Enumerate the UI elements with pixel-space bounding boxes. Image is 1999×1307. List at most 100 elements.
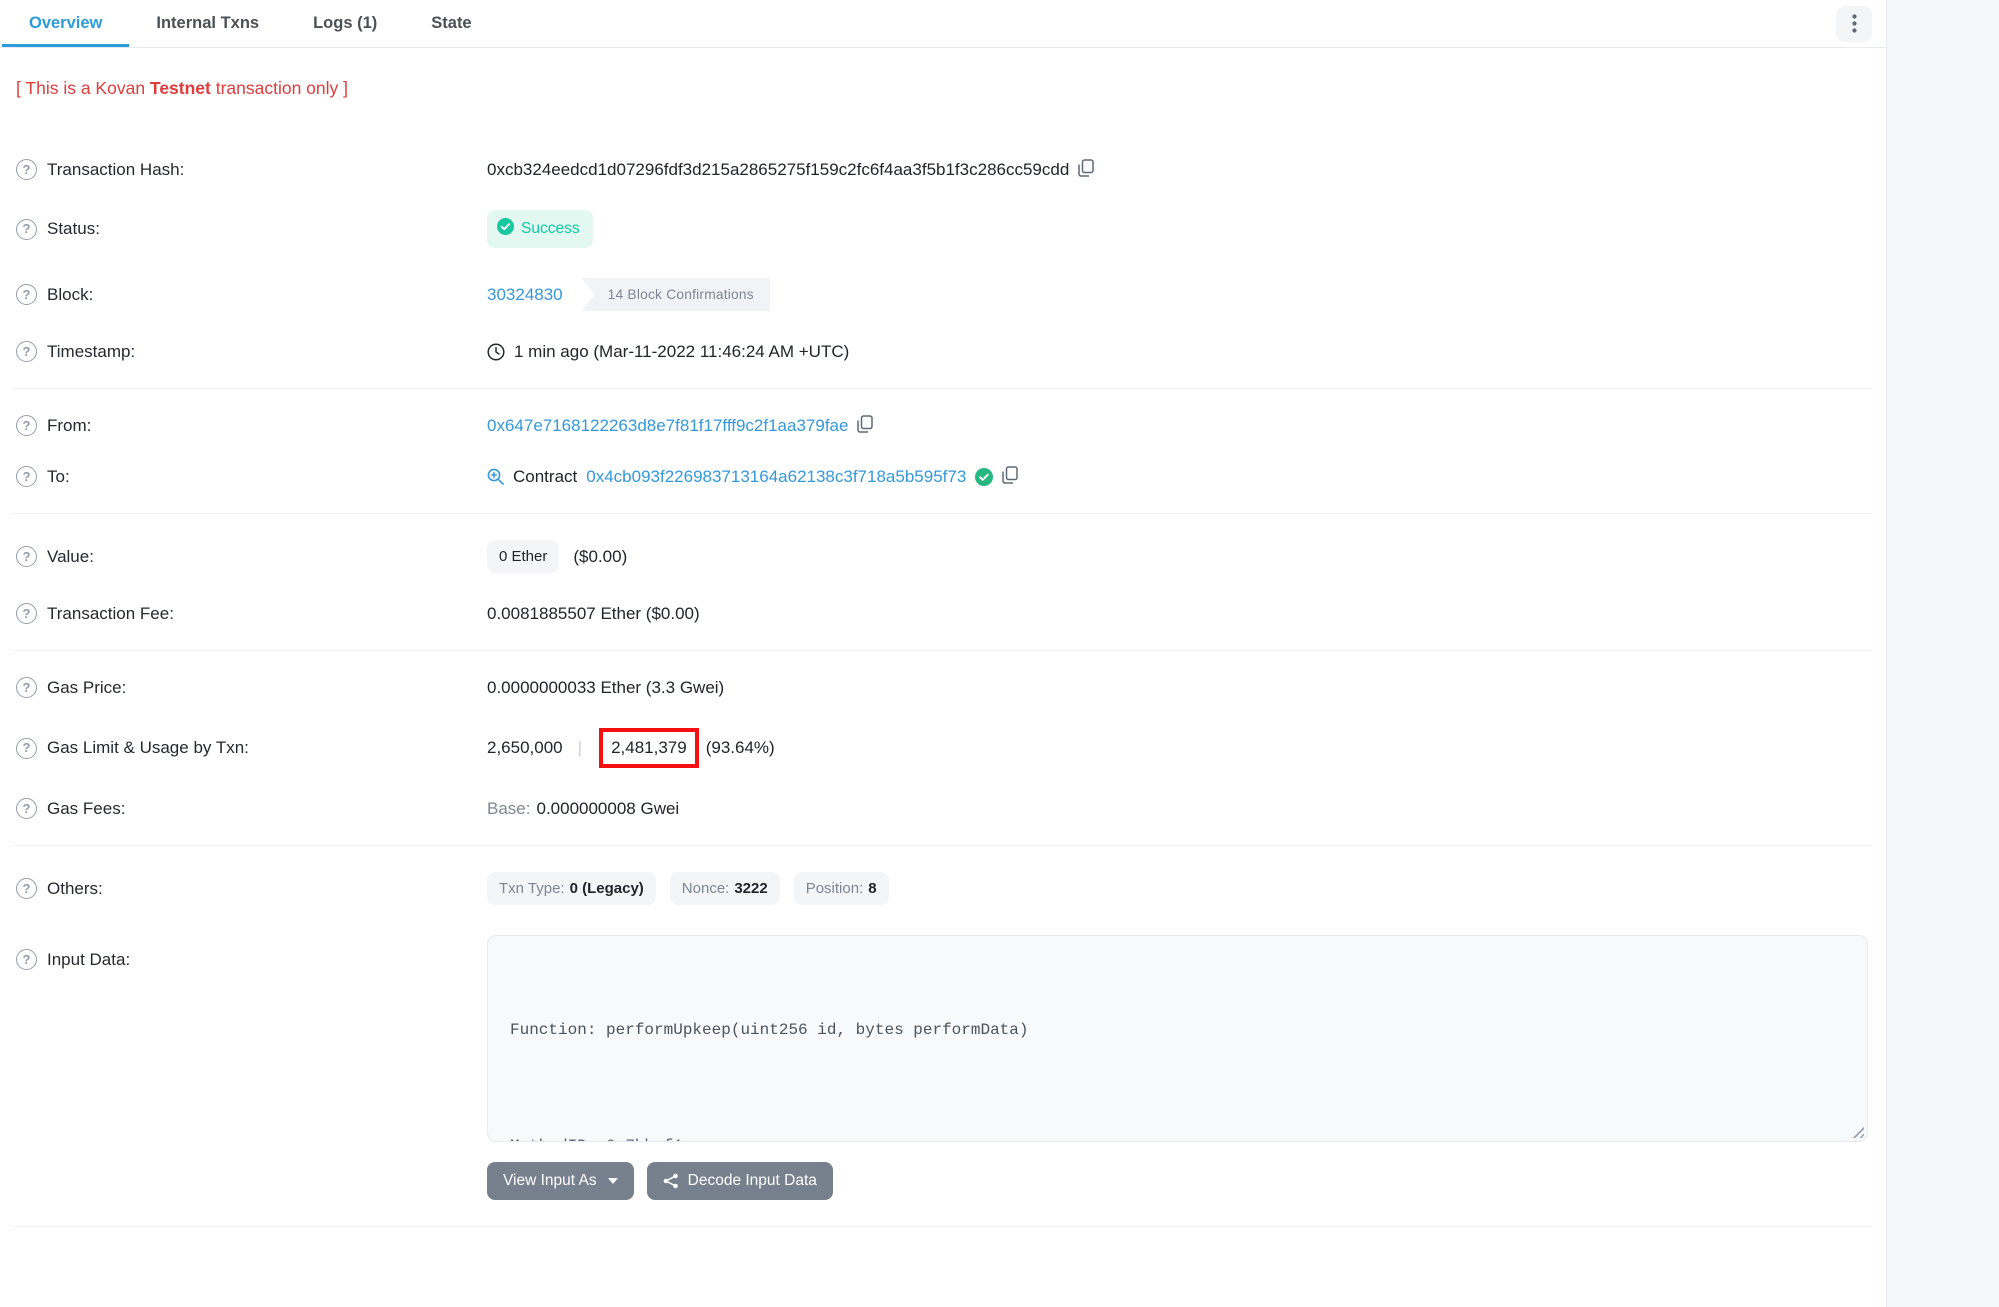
warning-prefix: [ This is a Kovan <box>16 78 150 98</box>
gas-fees-base-value: 0.000000008 Gwei <box>536 799 679 819</box>
gas-limit-label: Gas Limit & Usage by Txn: <box>47 738 249 758</box>
row-gas-price: ? Gas Price: 0.0000000033 Ether (3.3 Gwe… <box>12 662 1872 713</box>
gas-price-value: 0.0000000033 Ether (3.3 Gwei) <box>487 678 724 698</box>
help-icon[interactable]: ? <box>16 878 37 899</box>
block-confirmations-badge: 14 Block Confirmations <box>582 278 770 311</box>
section-value-fee: ? Value: 0 Ether ($0.00) ? Transaction F… <box>12 514 1872 651</box>
txn-type-badge: Txn Type: 0 (Legacy) <box>487 872 656 905</box>
zoom-in-icon[interactable] <box>487 468 504 485</box>
section-gas: ? Gas Price: 0.0000000033 Ether (3.3 Gwe… <box>12 651 1872 846</box>
row-timestamp: ? Timestamp: 1 min ago (Mar-11-2022 11:4… <box>12 326 1872 377</box>
more-options-button[interactable] <box>1836 6 1872 42</box>
tab-logs-label: Logs (1) <box>313 14 377 33</box>
ether-value-badge: 0 Ether <box>487 540 559 573</box>
view-input-as-label: View Input As <box>503 1172 597 1190</box>
ether-value-badge-label: 0 Ether <box>499 548 547 565</box>
row-to: ? To: Contract 0x4cb093f226983713164a621… <box>12 451 1872 502</box>
transaction-hash-value: 0xcb324eedcd1d07296fdf3d215a2865275f159c… <box>487 160 1069 180</box>
transaction-fee-label: Transaction Fee: <box>47 604 174 624</box>
copy-icon <box>1002 466 1018 487</box>
to-contract-label: Contract <box>513 467 577 487</box>
timestamp-label: Timestamp: <box>47 342 135 362</box>
verified-check-icon <box>975 468 993 486</box>
resize-handle[interactable] <box>1850 1124 1864 1138</box>
row-from: ? From: 0x647e7168122263d8e7f81f17fff9c2… <box>12 400 1872 451</box>
row-gas-fees: ? Gas Fees: Base: 0.000000008 Gwei <box>12 783 1872 834</box>
value-usd: ($0.00) <box>573 547 627 567</box>
status-badge-label: Success <box>521 220 580 238</box>
row-status: ? Status: Success <box>12 195 1872 263</box>
tab-overview-label: Overview <box>29 14 102 33</box>
chevron-down-icon <box>608 1178 618 1184</box>
tab-logs[interactable]: Logs (1) <box>286 2 404 47</box>
tab-overview[interactable]: Overview <box>2 2 129 47</box>
help-icon[interactable]: ? <box>16 949 37 970</box>
gas-price-label: Gas Price: <box>47 678 126 698</box>
gas-limit-value: 2,650,000 <box>487 738 563 758</box>
help-icon[interactable]: ? <box>16 284 37 305</box>
status-badge: Success <box>487 210 593 248</box>
to-address-link[interactable]: 0x4cb093f226983713164a62138c3f718a5b595f… <box>586 467 966 487</box>
position-key: Position: <box>806 880 864 897</box>
row-value: ? Value: 0 Ether ($0.00) <box>12 525 1872 588</box>
view-input-as-button[interactable]: View Input As <box>487 1162 634 1200</box>
input-data-label: Input Data: <box>47 950 130 970</box>
copy-to-address-button[interactable] <box>1002 466 1018 487</box>
copy-transaction-hash-button[interactable] <box>1078 159 1094 180</box>
decode-icon <box>663 1173 679 1189</box>
check-circle-icon <box>497 218 514 240</box>
decode-input-data-label: Decode Input Data <box>688 1172 817 1190</box>
warning-bold: Testnet <box>150 78 211 98</box>
block-number-link[interactable]: 30324830 <box>487 285 563 305</box>
from-address-link[interactable]: 0x647e7168122263d8e7f81f17fff9c2f1aa379f… <box>487 416 848 436</box>
from-label: From: <box>47 416 91 436</box>
clock-icon <box>487 343 505 361</box>
help-icon[interactable]: ? <box>16 219 37 240</box>
gas-limit-separator: | <box>572 738 588 758</box>
transaction-fee-value: 0.0081885507 Ether ($0.00) <box>487 604 700 624</box>
tab-state[interactable]: State <box>404 2 498 47</box>
help-icon[interactable]: ? <box>16 159 37 180</box>
transaction-detail-card: Overview Internal Txns Logs (1) State [ … <box>0 0 1887 1307</box>
input-data-function-line: Function: performUpkeep(uint256 id, byte… <box>510 1016 1845 1045</box>
help-icon[interactable]: ? <box>16 546 37 567</box>
help-icon[interactable]: ? <box>16 798 37 819</box>
decode-input-data-button[interactable]: Decode Input Data <box>647 1162 833 1200</box>
block-label: Block: <box>47 285 93 305</box>
nonce-value: 3222 <box>734 880 767 897</box>
gas-fees-label: Gas Fees: <box>47 799 125 819</box>
position-value: 8 <box>868 880 876 897</box>
section-addresses: ? From: 0x647e7168122263d8e7f81f17fff9c2… <box>12 389 1872 514</box>
section-others-input: ? Others: Txn Type: 0 (Legacy) Nonce: 32… <box>12 846 1872 1227</box>
section-overview-top: ? Transaction Hash: 0xcb324eedcd1d07296f… <box>12 133 1872 389</box>
gas-used-annotation-box: 2,481,379 <box>599 728 699 768</box>
copy-from-address-button[interactable] <box>857 415 873 436</box>
row-others: ? Others: Txn Type: 0 (Legacy) Nonce: 32… <box>12 857 1872 920</box>
tab-state-label: State <box>431 14 471 33</box>
help-icon[interactable]: ? <box>16 341 37 362</box>
gas-fees-base-label: Base: <box>487 799 530 819</box>
help-icon[interactable]: ? <box>16 677 37 698</box>
tab-internal-txns-label: Internal Txns <box>156 14 259 33</box>
tab-internal-txns[interactable]: Internal Txns <box>129 2 286 47</box>
row-transaction-hash: ? Transaction Hash: 0xcb324eedcd1d07296f… <box>12 144 1872 195</box>
kebab-icon <box>1852 14 1857 33</box>
copy-icon <box>857 415 873 436</box>
help-icon[interactable]: ? <box>16 603 37 624</box>
warning-suffix: transaction only ] <box>211 78 348 98</box>
input-data-methodid-line: MethodID: 0x7bbaf1ea <box>510 1132 1845 1142</box>
txn-type-key: Txn Type: <box>499 880 565 897</box>
nonce-key: Nonce: <box>682 880 730 897</box>
help-icon[interactable]: ? <box>16 738 37 759</box>
gas-used-percent: (93.64%) <box>706 738 775 758</box>
help-icon[interactable]: ? <box>16 466 37 487</box>
copy-icon <box>1078 159 1094 180</box>
help-icon[interactable]: ? <box>16 415 37 436</box>
others-label: Others: <box>47 879 103 899</box>
input-data-box[interactable]: Function: performUpkeep(uint256 id, byte… <box>487 935 1868 1142</box>
transaction-hash-label: Transaction Hash: <box>47 160 184 180</box>
tab-bar: Overview Internal Txns Logs (1) State <box>0 0 1886 48</box>
txn-type-value: 0 (Legacy) <box>570 880 644 897</box>
status-label: Status: <box>47 219 100 239</box>
row-gas-limit-usage: ? Gas Limit & Usage by Txn: 2,650,000 | … <box>12 713 1872 783</box>
